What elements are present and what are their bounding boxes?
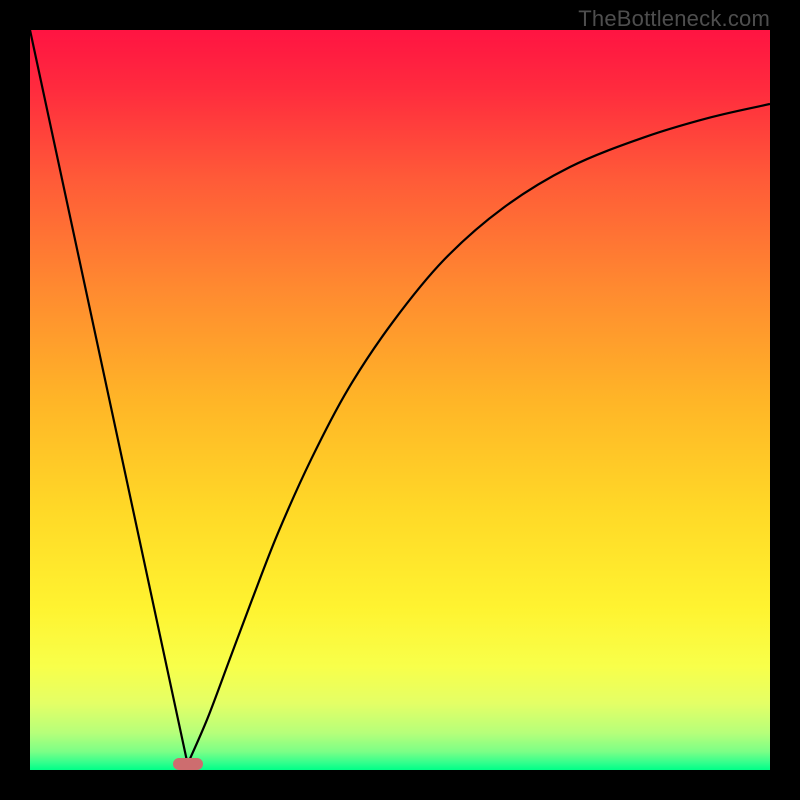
plot-area	[30, 30, 770, 770]
minimum-marker	[173, 758, 203, 770]
chart-frame: TheBottleneck.com	[0, 0, 800, 800]
left-branch-line	[30, 30, 188, 764]
right-branch-line	[188, 104, 770, 764]
watermark-text: TheBottleneck.com	[578, 6, 770, 32]
chart-curves	[30, 30, 770, 770]
